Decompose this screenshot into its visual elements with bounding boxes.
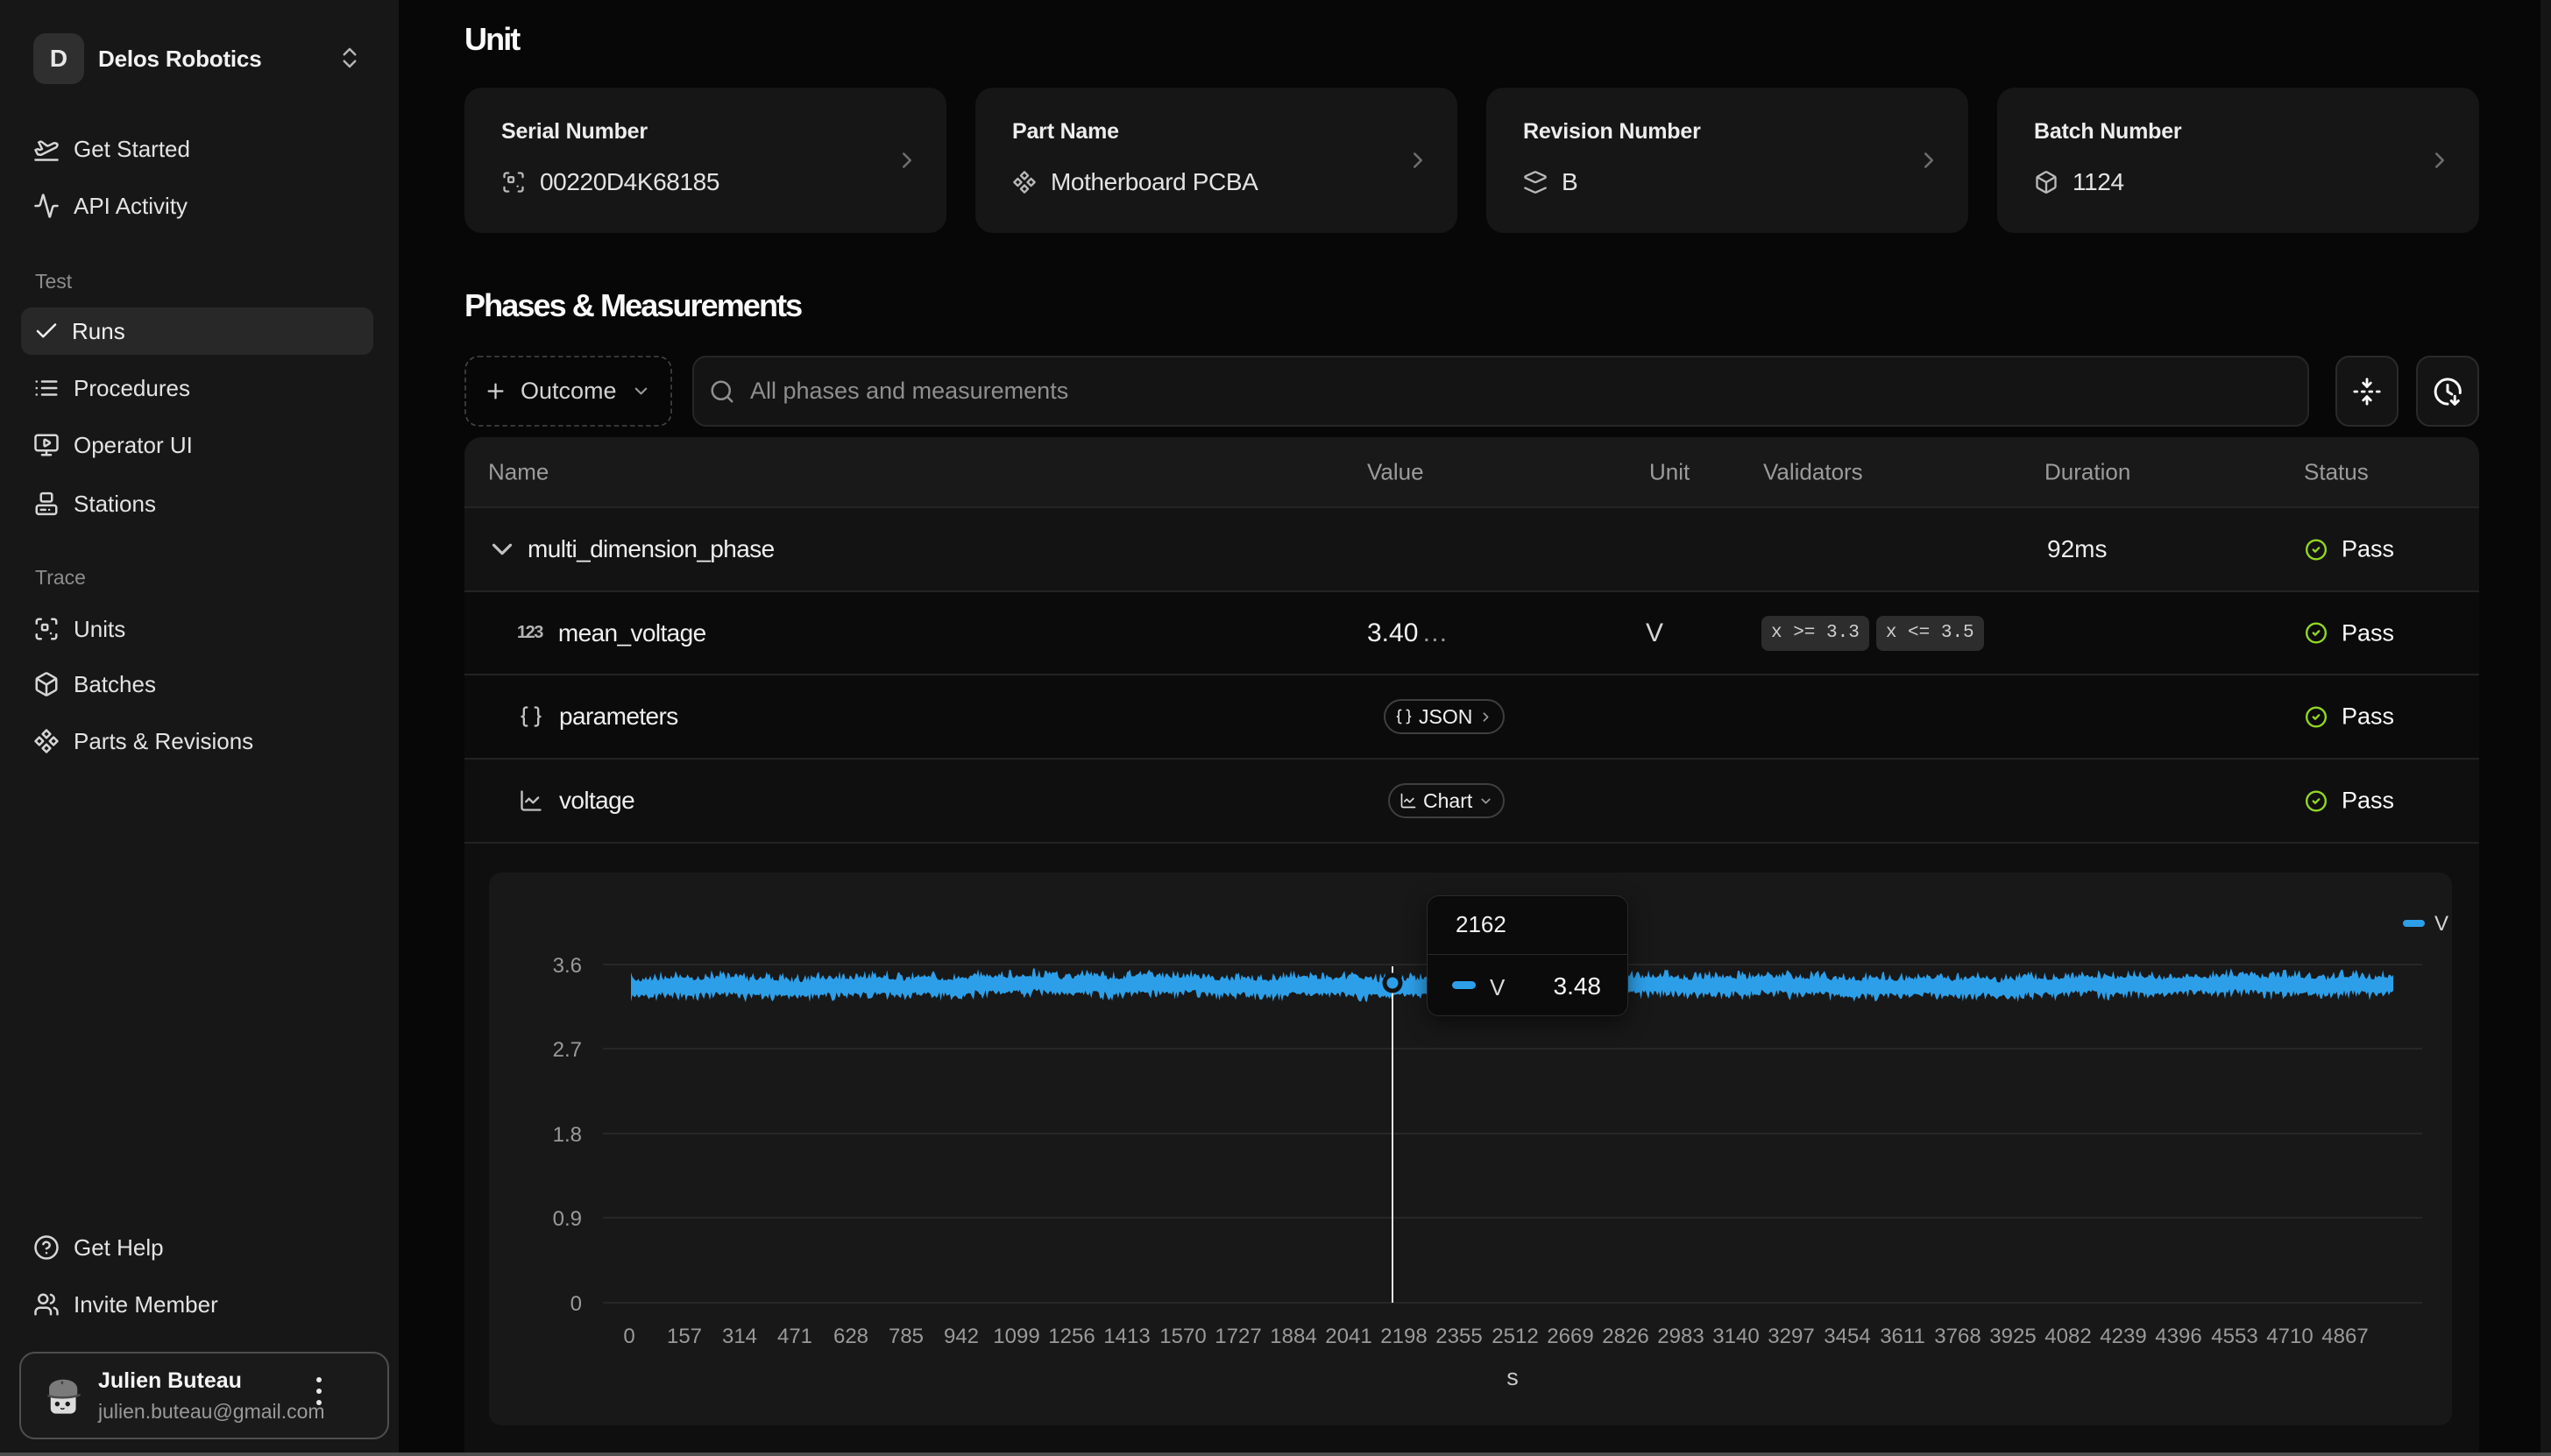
svg-text:2041: 2041 (1325, 1325, 1371, 1348)
svg-text:1570: 1570 (1159, 1325, 1206, 1348)
svg-text:1256: 1256 (1048, 1325, 1095, 1348)
svg-text:1413: 1413 (1103, 1325, 1150, 1348)
svg-text:628: 628 (833, 1325, 868, 1348)
svg-text:3611: 3611 (1880, 1325, 1925, 1348)
svg-text:3297: 3297 (1768, 1325, 1814, 1348)
svg-text:4553: 4553 (2211, 1325, 2257, 1348)
svg-text:2198: 2198 (1380, 1325, 1427, 1348)
svg-text:3140: 3140 (1712, 1325, 1759, 1348)
svg-text:785: 785 (889, 1325, 924, 1348)
svg-text:2355: 2355 (1435, 1325, 1482, 1348)
svg-text:1727: 1727 (1215, 1325, 1261, 1348)
svg-text:3.6: 3.6 (553, 954, 582, 978)
svg-text:1.8: 1.8 (553, 1123, 582, 1147)
svg-text:4396: 4396 (2155, 1325, 2201, 1348)
svg-text:314: 314 (722, 1325, 757, 1348)
svg-text:4082: 4082 (2044, 1325, 2091, 1348)
svg-text:2826: 2826 (1602, 1325, 1648, 1348)
svg-text:2983: 2983 (1657, 1325, 1704, 1348)
svg-text:s: s (1506, 1364, 1519, 1390)
svg-text:4710: 4710 (2266, 1325, 2313, 1348)
svg-text:0.9: 0.9 (553, 1207, 582, 1231)
svg-text:157: 157 (667, 1325, 702, 1348)
svg-text:1099: 1099 (993, 1325, 1039, 1348)
svg-text:0: 0 (623, 1325, 634, 1348)
svg-text:0: 0 (570, 1292, 582, 1316)
svg-text:1884: 1884 (1270, 1325, 1316, 1348)
svg-text:4239: 4239 (2100, 1325, 2146, 1348)
svg-text:942: 942 (944, 1325, 979, 1348)
svg-text:471: 471 (777, 1325, 812, 1348)
svg-text:4867: 4867 (2321, 1325, 2368, 1348)
svg-text:2.7: 2.7 (553, 1038, 582, 1062)
svg-text:2512: 2512 (1492, 1325, 1538, 1348)
svg-text:3925: 3925 (1989, 1325, 2036, 1348)
svg-text:3454: 3454 (1824, 1325, 1870, 1348)
svg-text:2669: 2669 (1547, 1325, 1593, 1348)
svg-text:V: V (2434, 912, 2448, 936)
svg-text:3768: 3768 (1934, 1325, 1981, 1348)
